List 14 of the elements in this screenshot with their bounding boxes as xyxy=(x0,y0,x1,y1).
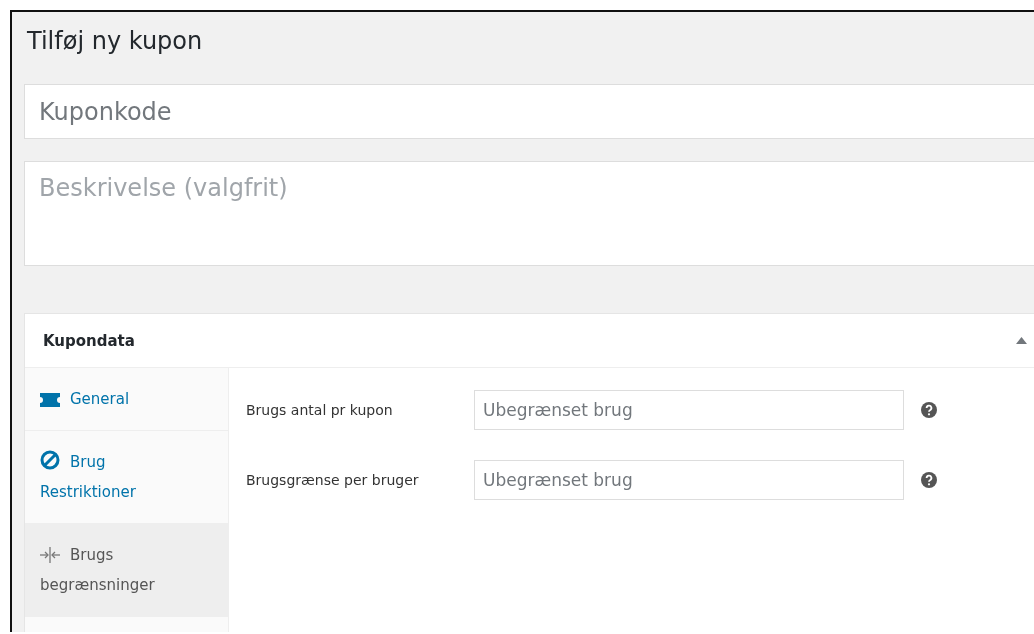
input-field[interactable]: Ubegrænset brug xyxy=(474,390,904,430)
ban-icon xyxy=(40,450,60,470)
description-field[interactable]: Beskrivelse (valgfrit) xyxy=(24,161,1034,266)
ticket-icon xyxy=(40,393,60,407)
tab[interactable]: Brugs begrænsninger xyxy=(25,524,228,617)
page-title: Tilføj ny kupon xyxy=(27,26,204,57)
coupon-code-field[interactable]: Kuponkode xyxy=(24,84,1034,139)
help-icon[interactable] xyxy=(921,472,937,488)
panel-title: Kupondata xyxy=(43,331,136,350)
collapse-toggle-icon[interactable] xyxy=(1016,337,1027,344)
field-label: Brugsgrænse per bruger xyxy=(245,472,420,488)
help-icon[interactable] xyxy=(921,402,937,418)
input-field[interactable]: Ubegrænset brug xyxy=(474,460,904,500)
field-label: Brugs antal pr kupon xyxy=(245,402,394,418)
